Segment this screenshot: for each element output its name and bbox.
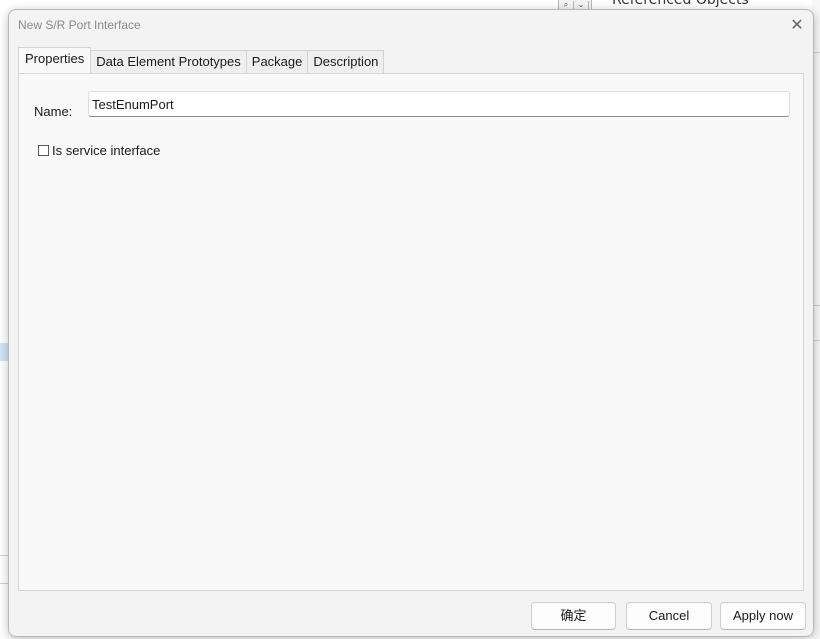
background-panel-title: Referenced Objects: [612, 0, 749, 8]
background-divider: [0, 555, 8, 556]
service-interface-checkbox[interactable]: [38, 145, 49, 156]
background-divider: [0, 583, 8, 584]
name-input[interactable]: [88, 91, 790, 117]
dialog-titlebar: New S/R Port Interface ✕: [9, 10, 813, 40]
tab-properties[interactable]: Properties: [18, 47, 92, 73]
service-interface-row[interactable]: Is service interface: [38, 143, 160, 158]
properties-panel: Name: Is service interface: [18, 73, 804, 591]
dialog-title: New S/R Port Interface: [18, 18, 141, 32]
new-sr-port-interface-dialog: New S/R Port Interface ✕ Properties Data…: [8, 9, 814, 637]
tab-package[interactable]: Package: [245, 50, 309, 73]
close-icon[interactable]: ✕: [787, 15, 807, 35]
cancel-button[interactable]: Cancel: [626, 602, 712, 630]
service-interface-label[interactable]: Is service interface: [52, 143, 160, 158]
background-selected-row: [0, 343, 8, 361]
name-label: Name:: [34, 104, 73, 119]
apply-now-button[interactable]: Apply now: [720, 602, 806, 630]
ok-button[interactable]: 确定: [531, 602, 616, 630]
tab-strip: Properties Data Element Prototypes Packa…: [18, 47, 385, 73]
tab-data-element-prototypes[interactable]: Data Element Prototypes: [90, 50, 247, 73]
tab-description[interactable]: Description: [307, 50, 385, 73]
